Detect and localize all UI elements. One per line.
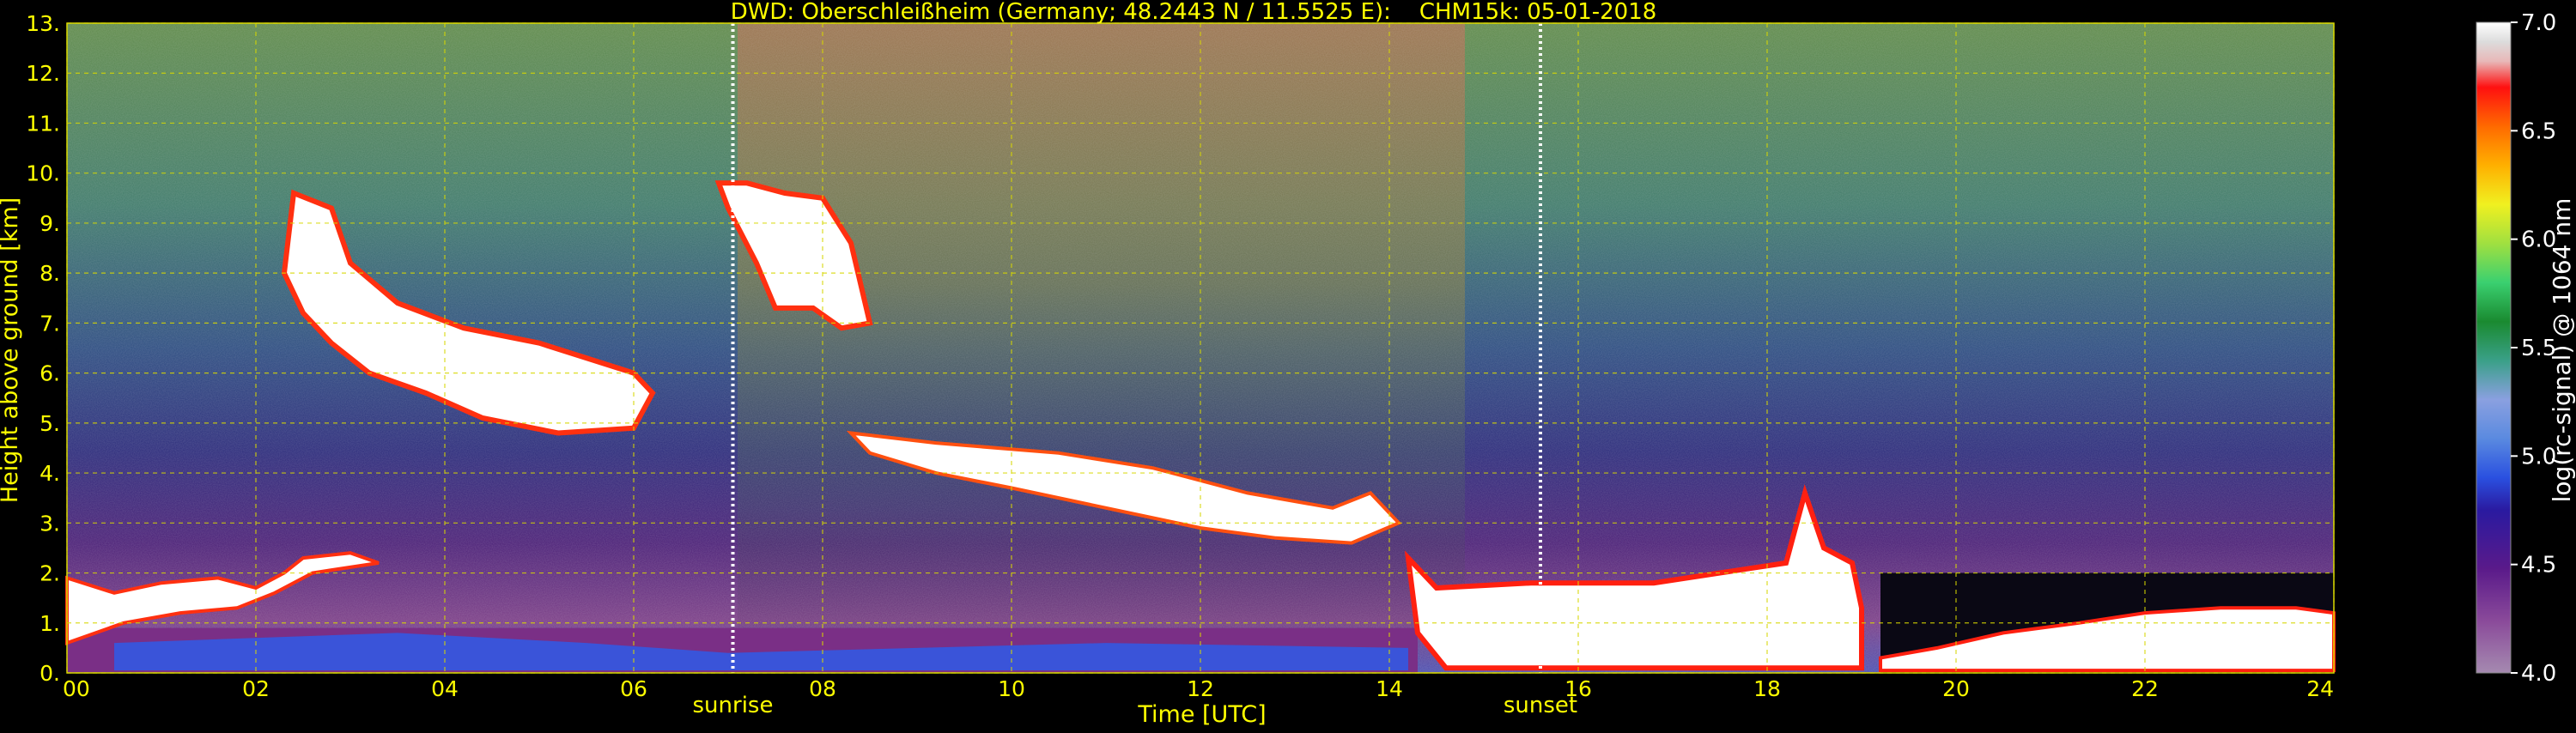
colorbar: 4.04.55.05.56.06.57.0 log(rc-signal) @ 1… — [2476, 10, 2576, 687]
y-tick-label: 11. — [26, 111, 60, 136]
y-tick-label: 8. — [39, 261, 60, 286]
colorbar-label: log(rc-signal) @ 1064 nm — [2548, 198, 2576, 503]
colorbar-tick-label: 4.5 — [2521, 553, 2556, 579]
x-tick-label: 16 — [1564, 676, 1592, 701]
y-tick-label: 6. — [39, 361, 60, 386]
y-tick-label: 5. — [39, 411, 60, 436]
x-axis-label: Time [UTC] — [1137, 701, 1266, 728]
ceilometer-plot: sunrise sunset 00 02 04 06 08 10 12 14 16 18 20 22 24… — [0, 0, 2576, 730]
x-tick-label: 14 — [1376, 676, 1403, 701]
colorbar-gradient — [2476, 21, 2512, 674]
x-tick-label: 18 — [1753, 676, 1781, 701]
x-tick-label: 00 — [63, 676, 90, 701]
y-tick-label: 4. — [39, 461, 60, 486]
colorbar-tick-label: 7.0 — [2521, 10, 2556, 36]
sunrise-label: sunrise — [693, 693, 774, 718]
y-tick-label: 13. — [26, 11, 60, 36]
x-tick-label: 10 — [998, 676, 1025, 701]
x-tick-label: 04 — [431, 676, 459, 701]
y-tick-label: 3. — [39, 511, 60, 536]
x-tick-label: 12 — [1187, 676, 1214, 701]
y-tick-label: 0. — [39, 661, 60, 686]
x-tick-label: 06 — [620, 676, 647, 701]
y-axis-label: Height above ground [km] — [0, 197, 23, 503]
chart-title: DWD: Oberschleißheim (Germany; 48.2443 N… — [731, 0, 1657, 25]
x-tick-label: 08 — [809, 676, 836, 701]
x-tick-label: 24 — [2306, 676, 2334, 701]
y-tick-label: 9. — [39, 211, 60, 236]
colorbar-tick-label: 4.0 — [2521, 661, 2556, 687]
y-tick-label: 7. — [39, 311, 60, 336]
chart-svg: sunrise sunset 00 02 04 06 08 10 12 14 16 18 20 22 24… — [0, 0, 2576, 728]
y-tick-label: 12. — [26, 61, 60, 86]
x-tick-label: 02 — [242, 676, 270, 701]
y-tick-label: 2. — [39, 561, 60, 586]
x-tick-label: 20 — [1942, 676, 1970, 701]
y-tick-label: 10. — [26, 161, 60, 186]
x-tick-label: 22 — [2131, 676, 2159, 701]
y-tick-label: 1. — [39, 611, 60, 636]
colorbar-tick-label: 6.5 — [2521, 118, 2556, 144]
